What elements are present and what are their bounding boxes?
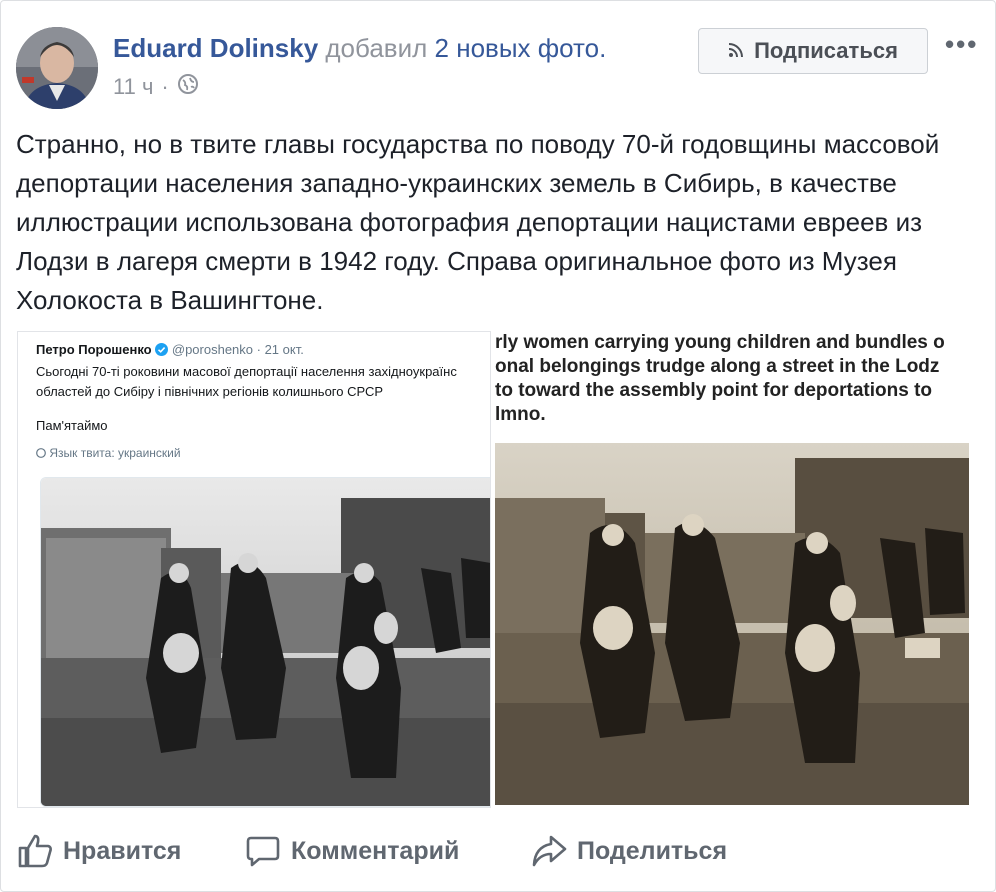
post-action-text: добавил	[325, 33, 428, 63]
verified-badge-icon	[155, 342, 172, 357]
tweet-remember: Пам'ятаймо	[36, 418, 108, 433]
meta-separator: ·	[161, 74, 169, 99]
museum-photo-caption: rly women carrying young children and bu…	[495, 332, 945, 425]
tweet-embedded-photo	[40, 477, 490, 807]
tweet-handle: @poroshenko	[171, 342, 254, 357]
thumbs-up-icon	[17, 833, 53, 869]
post-card: Eduard Dolinsky добавил 2 новых фото. 11…	[0, 0, 996, 892]
globe-icon[interactable]	[177, 73, 199, 101]
post-meta: 11 ч ·	[113, 73, 199, 101]
author-name[interactable]: Eduard Dolinsky	[113, 33, 318, 63]
tweet-date: · 21 окт.	[256, 342, 304, 357]
comment-label: Комментарий	[291, 836, 460, 865]
museum-photo-image	[495, 443, 969, 805]
post-text: Странно, но в твите главы государства по…	[16, 129, 940, 315]
tweet-header: Петро Порошенко @poroshenko · 21 окт.	[36, 342, 304, 357]
like-label: Нравится	[63, 836, 182, 865]
subscribe-button[interactable]: Подписаться	[698, 28, 928, 74]
tweet-language-text: Язык твита: украинский	[49, 446, 181, 460]
rss-icon	[728, 38, 744, 64]
photos-link[interactable]: 2 новых фото.	[435, 33, 607, 63]
globe-small-icon	[36, 446, 49, 460]
post-time[interactable]: 11 ч	[113, 74, 153, 100]
tweet-text: Сьогодні 70-ті роковини масової депортац…	[36, 362, 486, 402]
share-arrow-icon	[531, 833, 567, 869]
comment-icon	[245, 833, 281, 869]
share-button[interactable]: Поделиться	[531, 833, 727, 869]
museum-original-photo[interactable]: rly women carrying young children and bu…	[495, 331, 969, 808]
tweet-language: Язык твита: украинский	[36, 446, 181, 460]
like-button[interactable]: Нравится	[17, 833, 181, 869]
share-label: Поделиться	[577, 836, 728, 865]
post-header: Eduard Dolinsky добавил 2 новых фото.	[113, 31, 606, 65]
more-options-icon[interactable]: •••	[945, 29, 978, 60]
comment-button[interactable]: Комментарий	[245, 833, 459, 869]
tweet-screenshot-photo[interactable]: Петро Порошенко @poroshenko · 21 окт. Сь…	[17, 331, 491, 808]
author-avatar[interactable]	[16, 27, 98, 109]
tweet-author: Петро Порошенко	[36, 342, 152, 357]
tweet-line-2: областей до Сибіру і північних регіонів …	[36, 384, 384, 399]
post-action-bar: Нравится Комментарий Поделиться	[17, 827, 977, 875]
tweet-line-1: Сьогодні 70-ті роковини масової депортац…	[36, 364, 457, 379]
subscribe-label: Подписаться	[754, 38, 898, 63]
